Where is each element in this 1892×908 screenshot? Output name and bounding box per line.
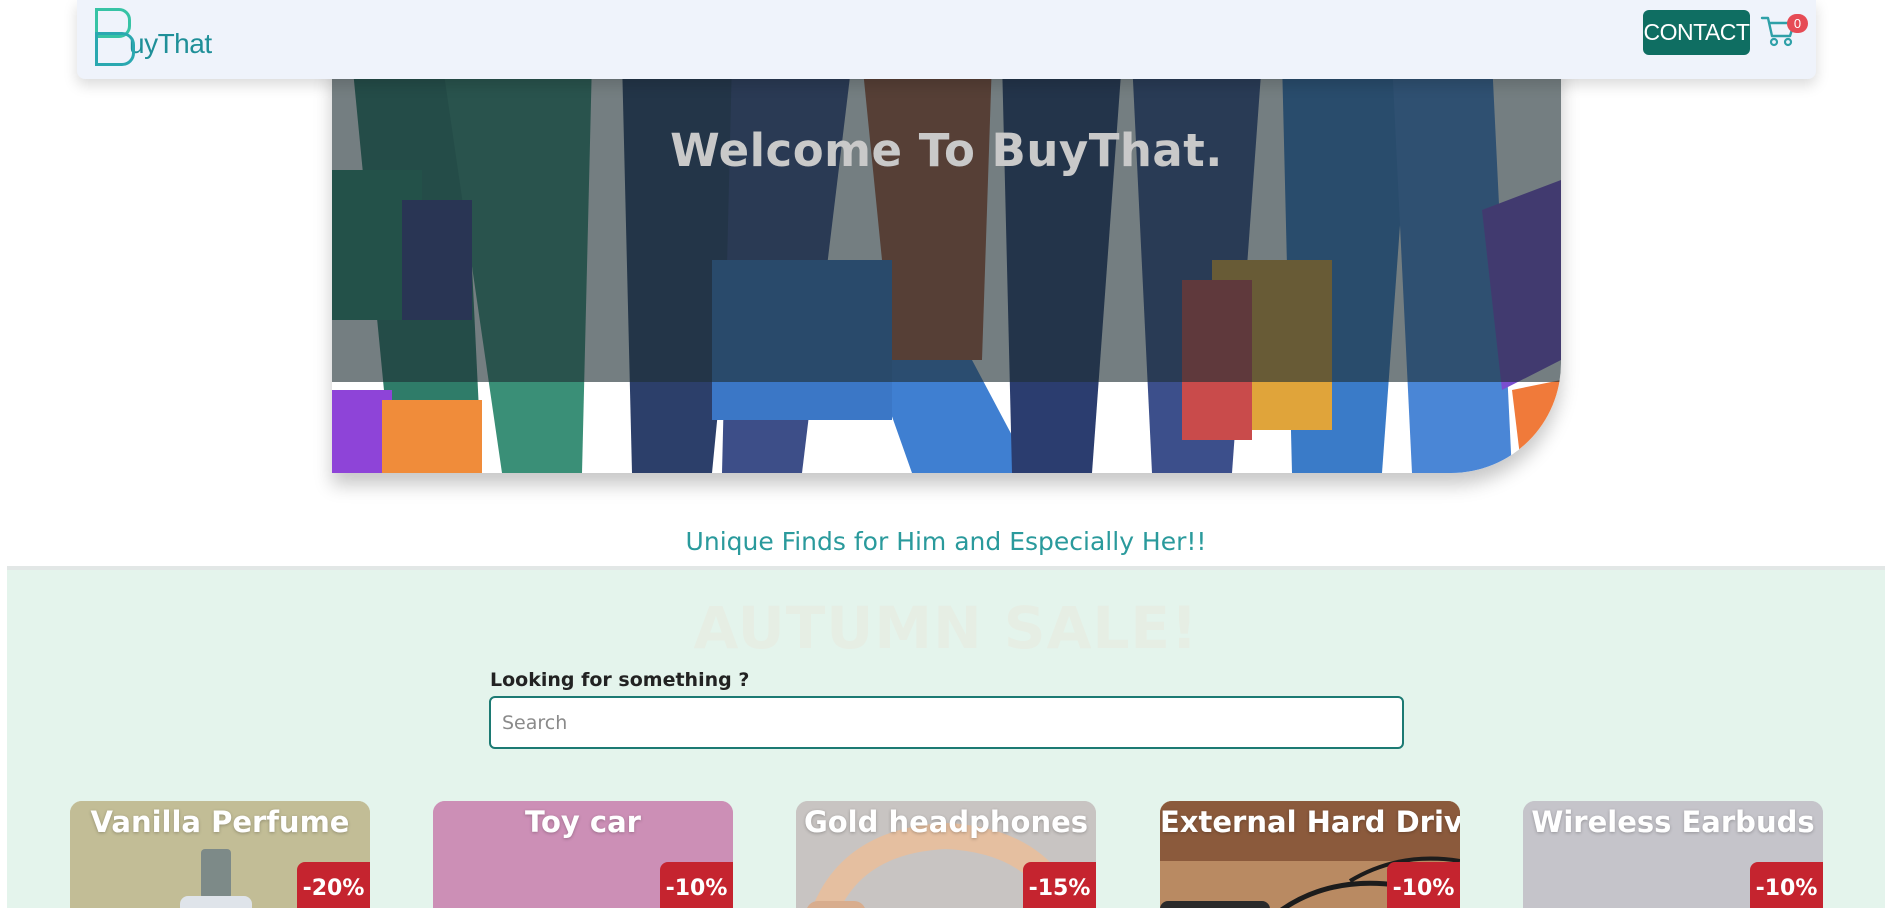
cart-button[interactable]: 0: [1760, 12, 1808, 48]
sale-section: AUTUMN SALE! Looking for something ? Van…: [7, 566, 1885, 908]
product-name: Wireless Earbuds: [1531, 805, 1815, 839]
product-card-gold-headphones[interactable]: Gold headphones -15%: [796, 801, 1096, 908]
product-card-toy-car[interactable]: Toy car -10%: [433, 801, 733, 908]
discount-badge: -10%: [660, 862, 733, 908]
hero-shopping-illustration: [332, 60, 1561, 473]
search-label: Looking for something ?: [490, 669, 750, 691]
discount-badge: -20%: [297, 862, 370, 908]
hero-banner: Welcome To BuyThat.: [332, 60, 1561, 473]
product-name: External Hard Drive: [1160, 805, 1460, 839]
discount-badge: -10%: [1750, 862, 1823, 908]
logo-b-mark: [93, 6, 135, 66]
product-card-vanilla-perfume[interactable]: Vanilla Perfume -20%: [70, 801, 370, 908]
discount-badge: -15%: [1023, 862, 1096, 908]
hero-title: Welcome To BuyThat.: [670, 124, 1223, 177]
product-name: Gold headphones: [803, 805, 1089, 839]
sale-title: AUTUMN SALE!: [693, 594, 1199, 662]
cart-count-badge: 0: [1787, 14, 1808, 33]
navbar: uyThat CONTACT 0: [77, 0, 1816, 79]
product-card-external-hard-drive[interactable]: External Hard Drive -10%: [1160, 801, 1460, 908]
search-input[interactable]: [489, 696, 1404, 749]
brand-logo[interactable]: uyThat: [93, 2, 212, 66]
tagline: Unique Finds for Him and Especially Her!…: [685, 527, 1207, 556]
product-card-wireless-earbuds[interactable]: Wireless Earbuds -10%: [1523, 801, 1823, 908]
product-name: Vanilla Perfume: [90, 805, 350, 839]
discount-badge: -10%: [1387, 862, 1460, 908]
product-name: Toy car: [525, 805, 641, 839]
logo-text: uyThat: [129, 28, 212, 59]
contact-button[interactable]: CONTACT: [1643, 10, 1750, 55]
